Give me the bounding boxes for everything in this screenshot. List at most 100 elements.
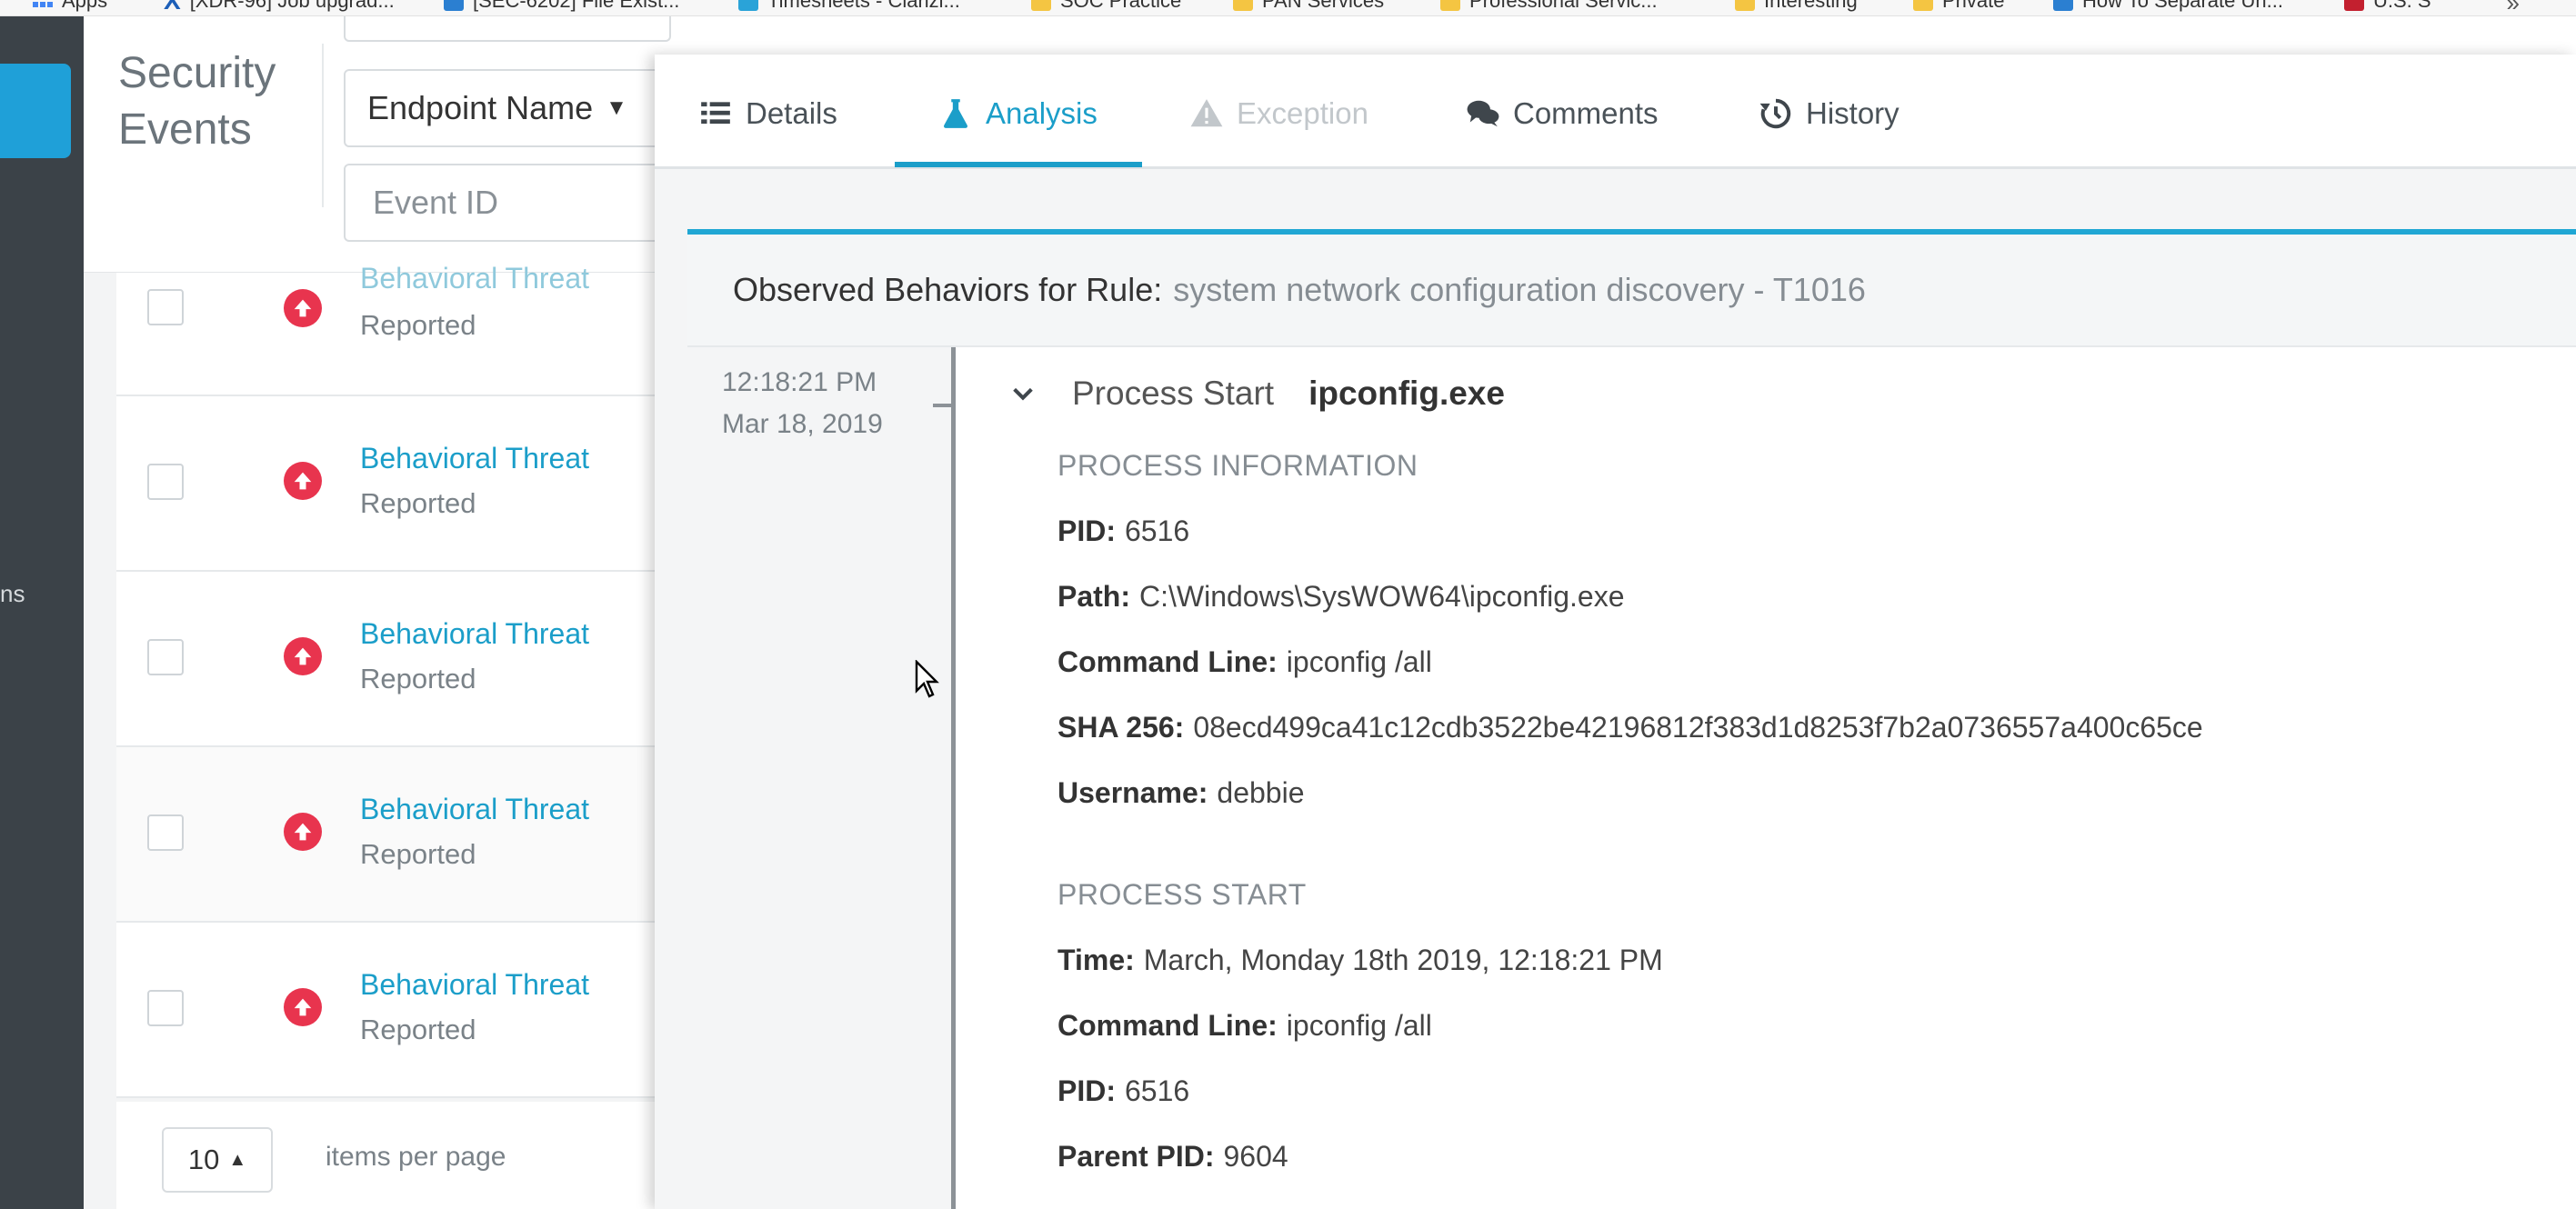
table-row[interactable]: Behavioral Threat Reported <box>116 396 655 572</box>
high-severity-arrow-icon <box>284 637 322 675</box>
list-icon <box>701 102 730 125</box>
field-command-line: Command Line: ipconfig /all <box>1057 645 1432 679</box>
field-key: Command Line: <box>1057 1009 1278 1042</box>
bookmark-pan[interactable]: PAN Services <box>1233 0 1384 15</box>
high-severity-arrow-icon <box>284 462 322 500</box>
field-key: Parent PID: <box>1057 1140 1215 1173</box>
bookmark-us[interactable]: U.S. S <box>2344 0 2431 15</box>
behaviors-header: Observed Behaviors for Rule: system netw… <box>687 235 2576 347</box>
table-row[interactable]: Behavioral Threat Reported <box>116 262 655 396</box>
field-username: Username: debbie <box>1057 776 1305 810</box>
field-command-line: Command Line: ipconfig /all <box>1057 1009 1432 1043</box>
event-name-link[interactable]: Behavioral Threat <box>360 968 589 1002</box>
tab-label: Comments <box>1513 96 1659 130</box>
folder-icon <box>1440 0 1460 11</box>
nav-item-label[interactable]: ns <box>0 580 25 608</box>
comments-icon <box>1467 100 1499 127</box>
event-name-link[interactable]: Behavioral Threat <box>360 442 589 475</box>
row-checkbox[interactable] <box>147 639 184 675</box>
field-value: 6516 <box>1125 1074 1190 1107</box>
bookmark-soc[interactable]: SOC Practice <box>1031 0 1181 15</box>
table-row[interactable]: Behavioral Threat Reported <box>116 923 655 1098</box>
observed-behaviors-card: Observed Behaviors for Rule: system netw… <box>687 229 2576 1209</box>
bookmark-label: Apps <box>62 0 108 12</box>
endpoint-name-select[interactable]: Endpoint Name ▼ <box>344 69 671 147</box>
bookmark-interesting[interactable]: Interesting <box>1735 0 1858 15</box>
apps-grid-icon <box>33 0 53 7</box>
bookmark-label: Professional Servic... <box>1469 0 1658 12</box>
field-key: PID: <box>1057 1074 1116 1107</box>
event-status: Reported <box>360 1014 476 1045</box>
warning-icon <box>1190 99 1223 127</box>
field-value: 08ecd499ca41c12cdb3522be42196812f383d1d8… <box>1193 711 2203 744</box>
pagination: 10 ▲ items per page <box>116 1102 655 1209</box>
bookmark-xdr[interactable]: X [XDR-96] Job upgrad... <box>164 0 395 15</box>
field-value: debbie <box>1217 776 1305 809</box>
event-name-link[interactable]: Behavioral Threat <box>360 262 589 295</box>
tab-exception[interactable]: Exception <box>1189 91 1368 136</box>
bookmark-icon <box>2053 0 2073 11</box>
jira-icon <box>444 0 464 11</box>
bookmark-sec[interactable]: [SEC-6202] File Exist... <box>444 0 679 15</box>
field-time: Time: March, Monday 18th 2019, 12:18:21 P… <box>1057 944 1663 977</box>
more-bookmarks-icon[interactable]: » <box>2507 0 2521 15</box>
event-name-link[interactable]: Behavioral Threat <box>360 617 589 651</box>
row-checkbox[interactable] <box>147 289 184 325</box>
title-divider <box>322 44 324 207</box>
tab-analysis[interactable]: Analysis <box>938 91 1098 136</box>
tab-history[interactable]: History <box>1759 91 1899 136</box>
field-parent-pid: Parent PID: 9604 <box>1057 1140 1288 1174</box>
event-id-input[interactable]: Event ID <box>344 164 671 242</box>
section-title-process-start: PROCESS START <box>1057 878 1307 911</box>
rule-name: system network configuration discovery -… <box>1173 271 1866 308</box>
nav-active-item[interactable] <box>0 64 71 158</box>
table-row[interactable]: Behavioral Threat Reported <box>116 747 655 923</box>
filter-field-above[interactable] <box>344 16 671 42</box>
event-status: Reported <box>360 487 476 519</box>
tab-details[interactable]: Details <box>698 91 837 136</box>
folder-icon <box>1735 0 1755 11</box>
tab-comments[interactable]: Comments <box>1466 91 1659 136</box>
event-detail-panel: Details Analysis Exception Comments Hist… <box>655 55 2576 1209</box>
caret-down-icon: ▼ <box>606 95 627 120</box>
bookmark-label: SOC Practice <box>1060 0 1182 12</box>
bookmarks-bar: Apps X [XDR-96] Job upgrad... [SEC-6202]… <box>0 0 2576 16</box>
event-name-link[interactable]: Behavioral Threat <box>360 793 589 826</box>
page-title: Security Events <box>118 49 276 154</box>
timeline-tick <box>933 404 951 407</box>
behavior-details: Process Start ipconfig.exe PROCESS INFOR… <box>956 347 2576 1209</box>
table-row[interactable]: Behavioral Threat Reported <box>116 572 655 747</box>
high-severity-arrow-icon <box>284 988 322 1026</box>
bookmark-howto[interactable]: How To Separate Un... <box>2053 0 2283 15</box>
page-size-select[interactable]: 10 ▲ <box>162 1127 273 1193</box>
bookmark-label: [XDR-96] Job upgrad... <box>189 0 395 12</box>
field-key: Time: <box>1057 944 1135 976</box>
list-header: Security Events Endpoint Name ▼ Event ID <box>84 16 671 273</box>
field-pid: PID: 6516 <box>1057 515 1189 548</box>
field-value: ipconfig /all <box>1286 1009 1432 1042</box>
mouse-cursor-icon <box>915 660 939 698</box>
bookmark-apps[interactable]: Apps <box>33 0 107 15</box>
chevron-down-icon[interactable] <box>1010 381 1036 406</box>
bookmark-private[interactable]: Private <box>1913 0 2004 15</box>
event-date: Mar 18, 2019 <box>722 409 883 439</box>
event-status: Reported <box>360 663 476 694</box>
bookmark-label: U.S. S <box>2373 0 2431 12</box>
bookmark-label: Interesting <box>1764 0 1858 12</box>
bookmark-label: Timesheets - Clarizi... <box>767 0 960 12</box>
bookmark-professional[interactable]: Professional Servic... <box>1440 0 1658 15</box>
tab-label: Exception <box>1237 96 1368 130</box>
flask-icon <box>944 99 967 128</box>
events-list: Behavioral Threat Reported Behavioral Th… <box>116 262 655 1098</box>
section-title-process-information: PROCESS INFORMATION <box>1057 449 1418 482</box>
row-checkbox[interactable] <box>147 464 184 500</box>
field-value: C:\Windows\SysWOW64\ipconfig.exe <box>1139 580 1625 613</box>
row-checkbox[interactable] <box>147 814 184 851</box>
field-key: Path: <box>1057 580 1130 613</box>
bookmark-timesheets[interactable]: Timesheets - Clarizi... <box>738 0 960 15</box>
field-sha256: SHA 256: 08ecd499ca41c12cdb3522be42196812… <box>1057 711 2203 744</box>
process-header[interactable]: Process Start ipconfig.exe <box>1010 375 1505 413</box>
process-name: ipconfig.exe <box>1308 375 1505 412</box>
field-key: Command Line: <box>1057 645 1278 678</box>
row-checkbox[interactable] <box>147 990 184 1026</box>
